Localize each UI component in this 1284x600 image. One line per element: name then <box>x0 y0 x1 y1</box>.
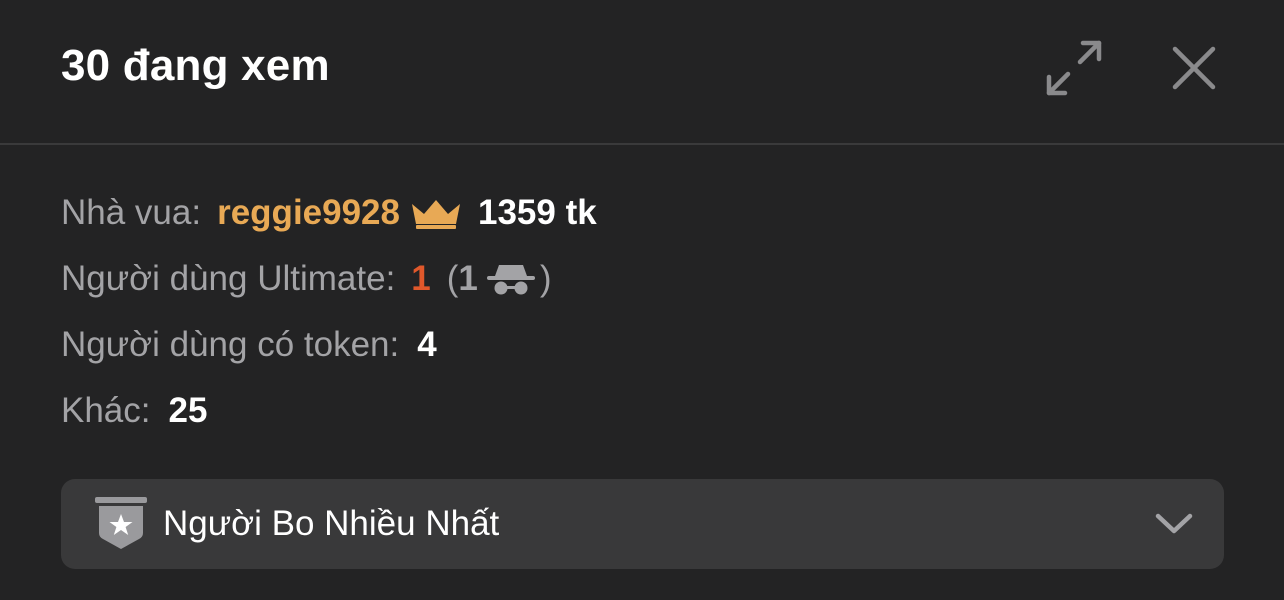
viewer-stats: Nhà vua: reggie9928 1359 tk Người dùng U… <box>61 180 597 444</box>
panel-header: 30 đang xem <box>0 0 1284 145</box>
top-tippers-dropdown[interactable]: Người Bo Nhiều Nhất <box>61 479 1224 569</box>
token-users-label: Người dùng có token: <box>61 325 400 364</box>
paren-open: ( <box>446 259 459 298</box>
ultimate-users-count: 1 <box>411 259 431 298</box>
paren-close: ) <box>539 259 552 298</box>
page-title: 30 đang xem <box>61 38 330 94</box>
incognito-icon <box>484 261 538 297</box>
king-label: Nhà vua: <box>61 193 202 232</box>
viewer-count: 30 <box>61 41 111 90</box>
others-row: Khác: 25 <box>61 378 597 444</box>
expand-icon <box>1046 40 1102 96</box>
token-users-count: 4 <box>417 325 437 364</box>
others-count: 25 <box>168 391 208 430</box>
king-tokens: 1359 tk <box>478 193 597 232</box>
crown-icon <box>410 196 462 230</box>
token-users-row: Người dùng có token: 4 <box>61 312 597 378</box>
viewers-label: đang xem <box>122 41 330 90</box>
king-row: Nhà vua: reggie9928 1359 tk <box>61 180 597 246</box>
ultimate-users-label: Người dùng Ultimate: <box>61 259 396 298</box>
others-label: Khác: <box>61 391 151 430</box>
king-username[interactable]: reggie9928 <box>217 193 400 233</box>
ultimate-anon-count: 1 <box>458 259 478 298</box>
chevron-down-icon[interactable] <box>1154 507 1194 541</box>
star-badge-icon <box>95 497 147 549</box>
ultimate-users-row: Người dùng Ultimate: 1 ( 1 ) <box>61 246 597 312</box>
expand-button[interactable] <box>1042 36 1106 100</box>
dropdown-label: Người Bo Nhiều Nhất <box>163 504 500 543</box>
viewers-panel: 30 đang xem Nhà vua: reggie9928 1359 tk … <box>0 0 1284 600</box>
close-button[interactable] <box>1162 36 1226 100</box>
close-icon <box>1172 46 1216 90</box>
